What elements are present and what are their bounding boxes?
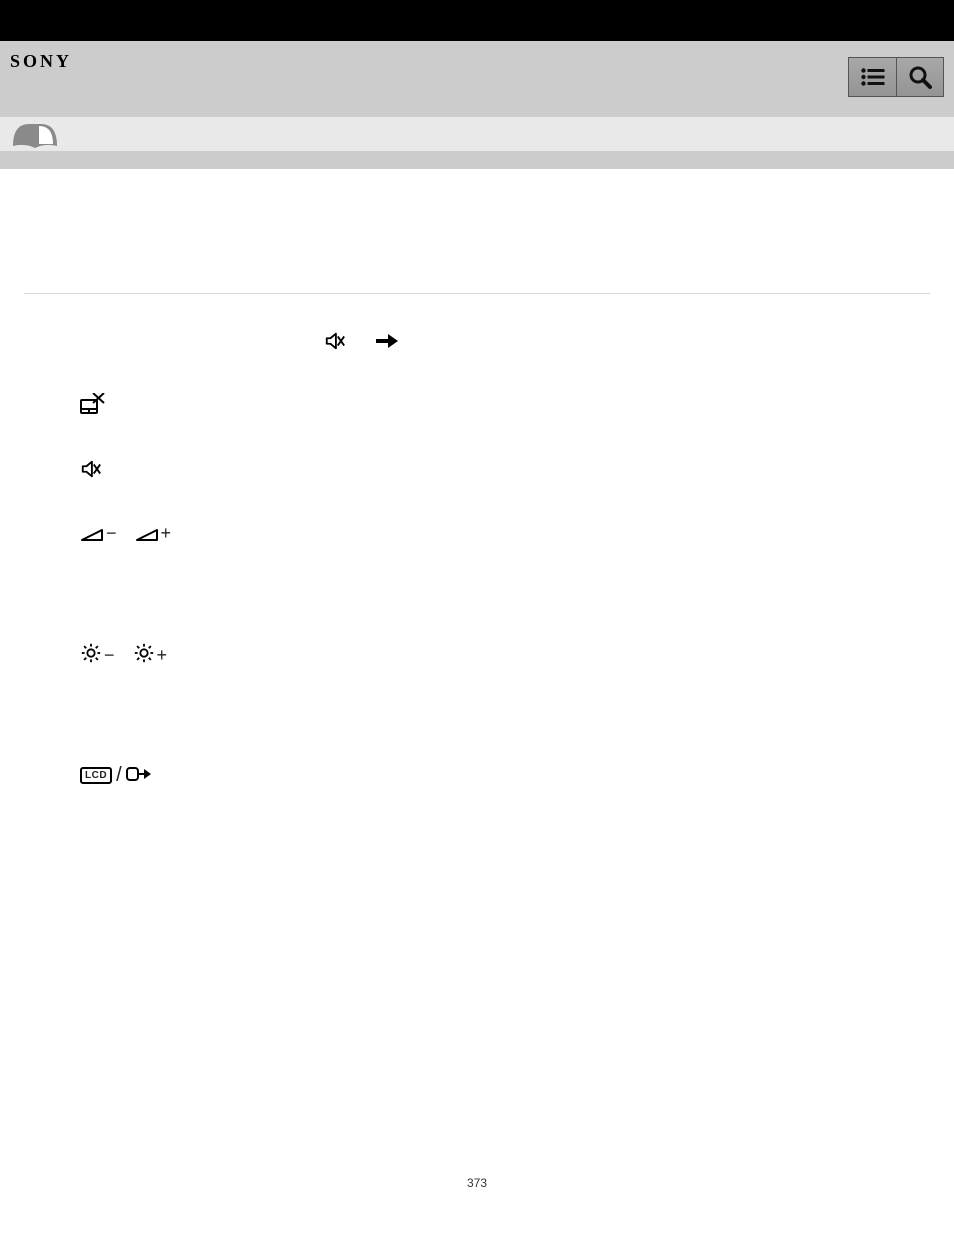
arrow-right-icon [376, 334, 398, 351]
brightness-up-icon: + [133, 642, 168, 664]
table-of-contents-button[interactable] [848, 57, 896, 97]
brightness-down-icon: − [80, 642, 115, 664]
content-divider [24, 293, 930, 294]
volume-down-icon: − [80, 521, 117, 542]
external-display-icon [126, 765, 152, 786]
row-display-output: LCD / [24, 764, 930, 787]
row-mute-arrow [324, 330, 930, 355]
top-black-bar [0, 0, 954, 41]
slash-label: / [116, 764, 122, 787]
header-separator-strip [0, 151, 954, 169]
mute-icon [324, 330, 346, 355]
minus-label: − [106, 523, 117, 544]
header-bar: SONY [0, 41, 954, 117]
volume-up-icon: + [135, 521, 172, 542]
row-mute [24, 458, 930, 483]
main-content: − + [0, 169, 954, 787]
plus-label: + [157, 645, 168, 666]
row-touchpad-off [24, 393, 930, 420]
touchpad-off-icon [80, 393, 106, 420]
brand-logo: SONY [10, 49, 72, 72]
row-brightness: − + [24, 642, 930, 664]
lcd-icon: LCD [80, 767, 112, 784]
page-number: 373 [0, 1176, 954, 1190]
minus-label: − [104, 645, 115, 666]
plus-label: + [161, 523, 172, 544]
header-buttons [848, 57, 944, 97]
book-icon [6, 118, 64, 150]
row-volume: − + [24, 521, 930, 542]
list-icon [861, 68, 885, 86]
page-title-bar [0, 117, 954, 151]
mute-icon [80, 458, 102, 483]
search-icon [908, 65, 932, 89]
search-button[interactable] [896, 57, 944, 97]
